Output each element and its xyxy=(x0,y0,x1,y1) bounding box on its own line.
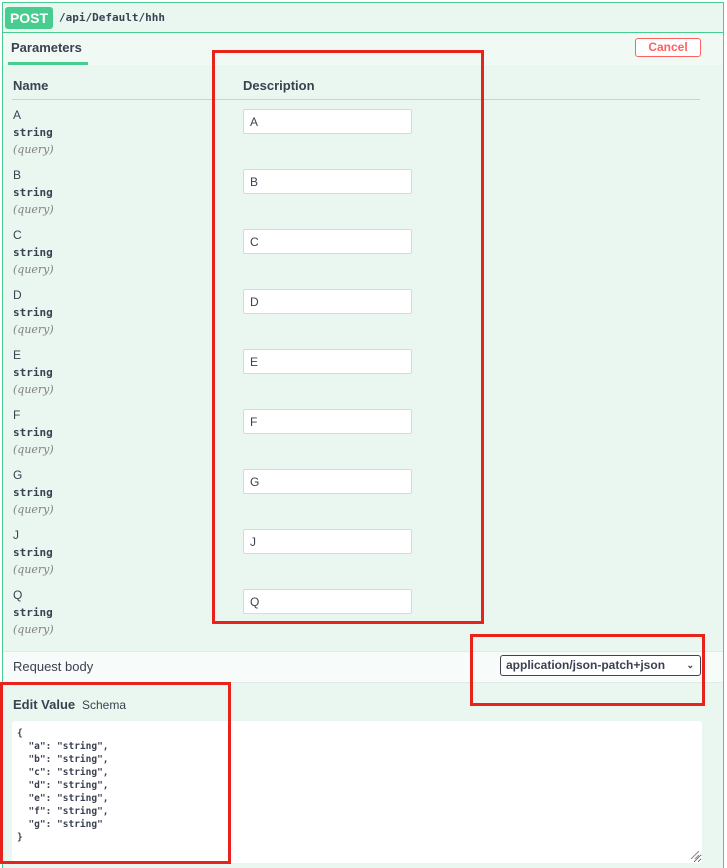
column-header-description: Description xyxy=(243,78,315,93)
parameter-name: C xyxy=(13,228,22,242)
operation-path: /api/Default/hhh xyxy=(59,11,165,24)
parameter-type: string xyxy=(13,606,53,619)
parameter-input-b[interactable] xyxy=(243,169,412,194)
parameter-input-j[interactable] xyxy=(243,529,412,554)
parameter-input-g[interactable] xyxy=(243,469,412,494)
parameter-type: string xyxy=(13,486,53,499)
parameter-input-f[interactable] xyxy=(243,409,412,434)
parameter-location: (query) xyxy=(13,503,54,516)
parameters-header: Parameters Cancel xyxy=(3,33,723,65)
parameter-location: (query) xyxy=(13,563,54,576)
parameter-name: E xyxy=(13,348,22,362)
parameter-name: B xyxy=(13,168,22,182)
parameter-type: string xyxy=(13,126,53,139)
parameter-location: (query) xyxy=(13,623,54,636)
operation-panel: POST /api/Default/hhh Parameters Cancel … xyxy=(2,2,724,868)
parameter-type: string xyxy=(13,366,53,379)
parameter-input-d[interactable] xyxy=(243,289,412,314)
request-body-editor[interactable]: { "a": "string", "b": "string", "c": "st… xyxy=(12,721,702,863)
parameter-location: (query) xyxy=(13,383,54,396)
cancel-button[interactable]: Cancel xyxy=(635,38,701,57)
parameter-input-e[interactable] xyxy=(243,349,412,374)
parameter-location: (query) xyxy=(13,263,54,276)
method-badge: POST xyxy=(5,7,53,29)
operation-summary[interactable]: POST /api/Default/hhh xyxy=(3,3,723,33)
parameter-type: string xyxy=(13,426,53,439)
parameter-location: (query) xyxy=(13,443,54,456)
resize-grip-icon[interactable] xyxy=(689,849,699,859)
tab-edit-value[interactable]: Edit Value xyxy=(13,697,75,712)
parameter-name: D xyxy=(13,288,22,302)
parameter-input-c[interactable] xyxy=(243,229,412,254)
parameter-location: (query) xyxy=(13,323,54,336)
parameter-name: J xyxy=(13,528,19,542)
parameter-input-a[interactable] xyxy=(243,109,412,134)
parameter-type: string xyxy=(13,186,53,199)
parameter-input-q[interactable] xyxy=(243,589,412,614)
tab-parameters[interactable]: Parameters xyxy=(11,40,82,55)
parameter-name: A xyxy=(13,108,22,122)
parameter-name: Q xyxy=(13,588,23,602)
tab-active-indicator xyxy=(8,62,88,65)
parameter-location: (query) xyxy=(13,143,54,156)
content-type-value: application/json-patch+json xyxy=(506,658,666,672)
parameter-type: string xyxy=(13,546,53,559)
parameter-name: F xyxy=(13,408,21,422)
header-divider xyxy=(12,99,700,100)
content-type-select[interactable]: application/json-patch+json ⌄ xyxy=(500,655,701,676)
request-body-bar: Request body application/json-patch+json… xyxy=(3,651,723,683)
parameter-type: string xyxy=(13,246,53,259)
column-header-name: Name xyxy=(13,78,49,93)
parameter-location: (query) xyxy=(13,203,54,216)
parameter-name: G xyxy=(13,468,23,482)
tab-schema[interactable]: Schema xyxy=(82,698,126,712)
chevron-down-icon: ⌄ xyxy=(686,660,694,670)
request-body-label: Request body xyxy=(13,659,94,674)
parameter-type: string xyxy=(13,306,53,319)
